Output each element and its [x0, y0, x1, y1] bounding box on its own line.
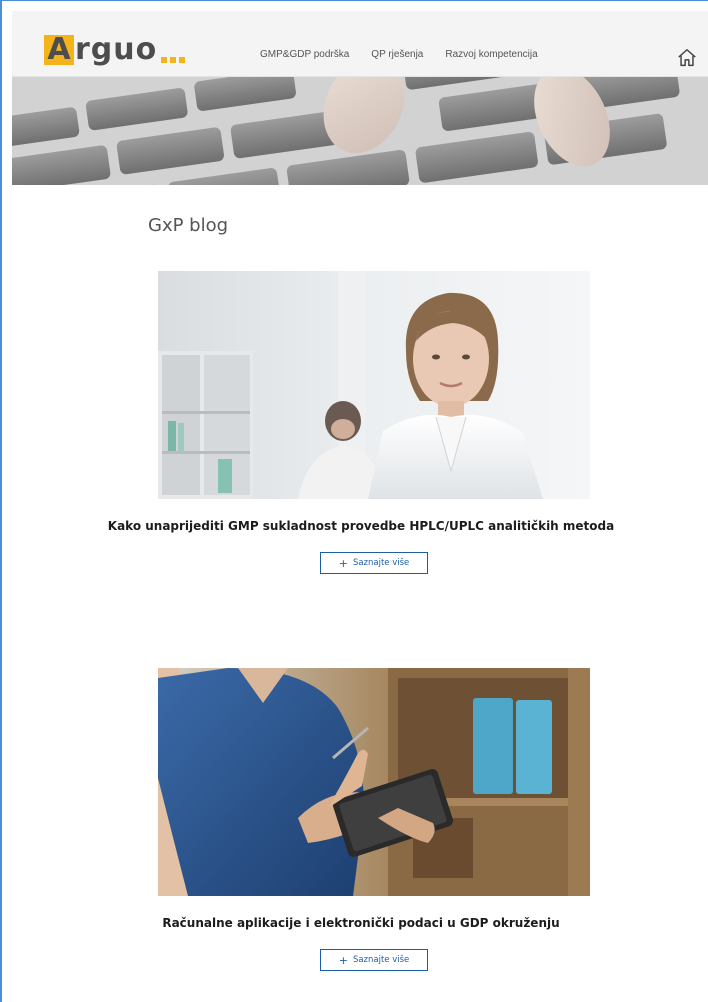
read-more-button[interactable]: + Saznajte više	[320, 552, 428, 574]
logo-letter: A	[44, 35, 74, 65]
post-title[interactable]: Računalne aplikacije i elektronički poda…	[12, 916, 708, 930]
post-image-man-with-tablet[interactable]	[158, 668, 590, 896]
page-title: GxP blog	[148, 215, 229, 236]
read-more-label: Saznajte više	[352, 955, 410, 965]
nav-item-gmp-gdp-podrska[interactable]: GMP&GDP podrška	[260, 49, 349, 60]
plus-icon: +	[338, 556, 348, 570]
site-header: A rguo GMP&GDP podrška QP rješenja Razvo…	[12, 11, 708, 77]
main-nav: GMP&GDP podrška QP rješenja Razvoj kompe…	[260, 49, 538, 60]
logo-text: rguo	[75, 32, 158, 67]
browser-frame: A rguo GMP&GDP podrška QP rješenja Razvo…	[0, 0, 708, 1002]
home-icon[interactable]	[676, 47, 698, 69]
read-more-label: Saznajte više	[352, 558, 410, 568]
post-image-lab-scientist[interactable]	[158, 271, 590, 499]
nav-item-qp-rjesenja[interactable]: QP rješenja	[371, 49, 423, 60]
plus-icon: +	[338, 953, 348, 967]
nav-item-razvoj-kompetencija[interactable]: Razvoj kompetencija	[445, 49, 537, 60]
logo-dots	[161, 57, 186, 63]
site-logo[interactable]: A rguo	[44, 25, 186, 67]
read-more-button[interactable]: + Saznajte više	[320, 949, 428, 971]
post-title[interactable]: Kako unaprijediti GMP sukladnost provedb…	[12, 519, 708, 533]
hero-banner-keyboard	[12, 77, 708, 185]
